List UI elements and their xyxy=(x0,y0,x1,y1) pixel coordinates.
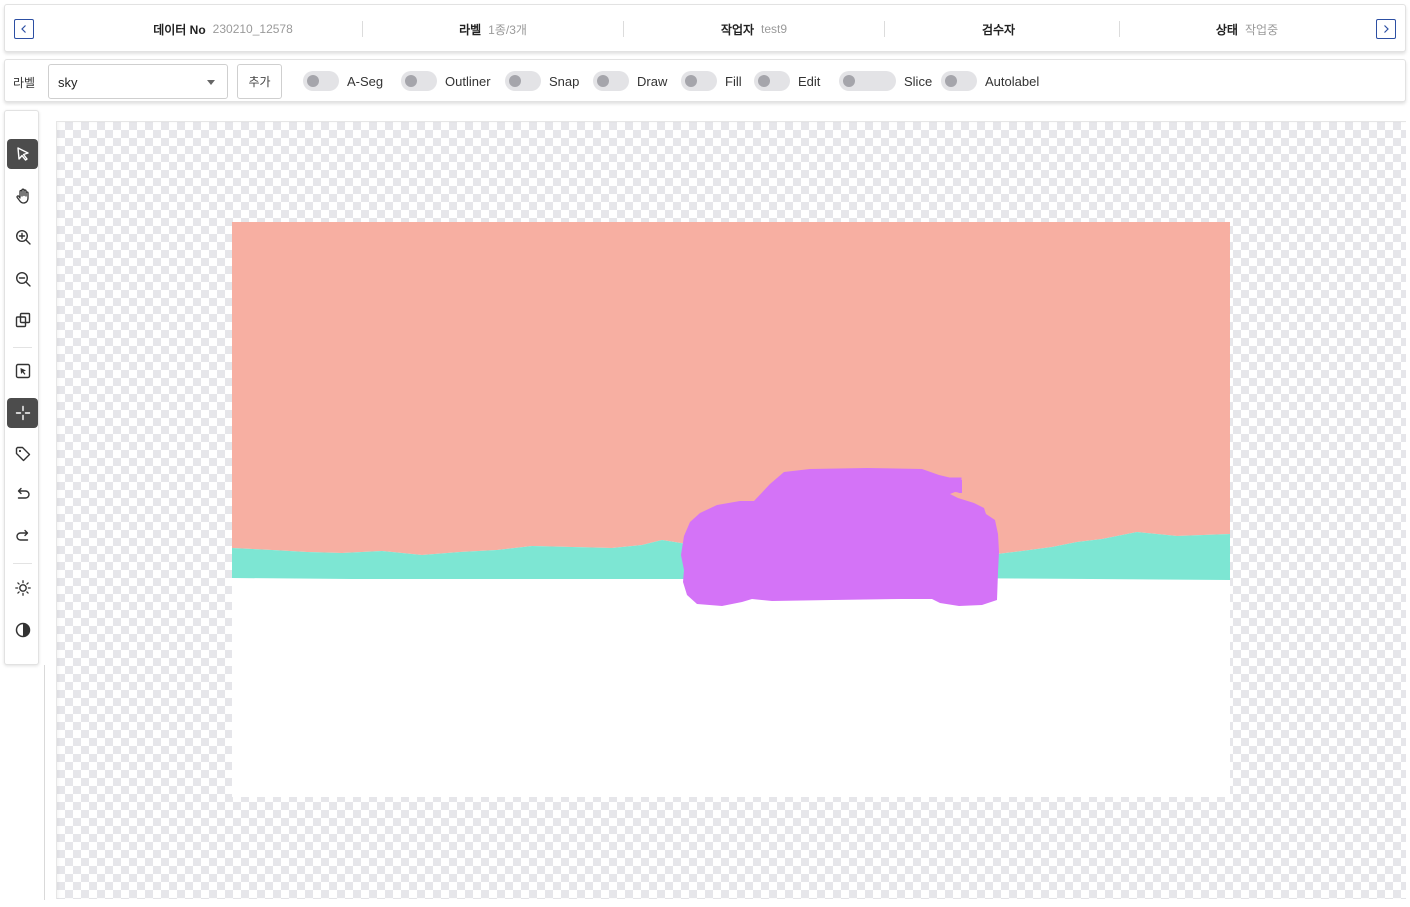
worker-field: 작업자 test9 xyxy=(624,5,884,53)
toggle-a-seg[interactable]: A-Seg xyxy=(303,71,383,91)
toggle-label: Outliner xyxy=(445,73,491,89)
contrast-icon xyxy=(15,622,30,638)
status-value: 작업중 xyxy=(1244,22,1279,37)
select-arrow-icon xyxy=(16,147,29,161)
toggle-snap[interactable]: Snap xyxy=(505,71,579,91)
next-data-button[interactable] xyxy=(1376,19,1396,39)
tag-icon xyxy=(15,446,30,462)
zoom-out-button[interactable] xyxy=(7,264,38,294)
pan-hand-icon xyxy=(15,188,29,204)
label-count-value: 1종/3개 xyxy=(488,22,527,37)
status-field: 상태 작업중 xyxy=(1120,5,1374,53)
toggle-autolabel[interactable]: Autolabel xyxy=(941,71,1039,91)
reviewer-label: 검수자 xyxy=(981,22,1016,37)
redo-button[interactable] xyxy=(7,522,38,552)
toggle-label: Draw xyxy=(637,73,668,89)
rail-divider xyxy=(13,347,32,348)
data-no-field: 데이터 No 230210_12578 xyxy=(85,5,361,53)
worker-value: test9 xyxy=(761,22,788,36)
caret-down-icon xyxy=(207,80,215,85)
chevron-left-icon xyxy=(21,25,26,33)
pan-tool-button[interactable] xyxy=(7,181,38,211)
header-bar: 데이터 No 230210_12578 라벨 1종/3개 작업자 test9 검… xyxy=(4,4,1406,52)
label-select-value: sky xyxy=(58,75,78,90)
zoom-out-icon xyxy=(15,271,31,287)
toggle-label: Snap xyxy=(549,73,580,89)
undo-button[interactable] xyxy=(7,480,38,510)
prev-data-button[interactable] xyxy=(14,19,34,39)
tag-tool-button[interactable] xyxy=(7,439,38,469)
toggle-switch[interactable] xyxy=(839,71,896,91)
status-label: 상태 xyxy=(1215,22,1238,37)
panel-edge xyxy=(44,665,45,900)
label-select[interactable]: sky xyxy=(48,64,228,99)
toggle-switch[interactable] xyxy=(941,71,977,91)
add-label-button[interactable]: 추가 xyxy=(237,64,282,99)
box-select-button[interactable] xyxy=(7,356,38,386)
toggle-switch[interactable] xyxy=(754,71,790,91)
toggle-switch[interactable] xyxy=(303,71,339,91)
rail-divider xyxy=(13,563,32,564)
toggle-label: Slice xyxy=(904,73,933,89)
brightness-icon xyxy=(14,580,31,596)
chevron-right-icon xyxy=(1384,25,1389,33)
toggle-label: Autolabel xyxy=(985,73,1040,89)
redo-icon xyxy=(15,529,28,541)
duplicate-button[interactable] xyxy=(7,305,38,335)
undo-icon xyxy=(17,487,30,499)
worker-label: 작업자 xyxy=(720,22,755,37)
toggle-label: Edit xyxy=(798,73,821,89)
crosshair-icon xyxy=(15,405,30,421)
toggle-switch[interactable] xyxy=(505,71,541,91)
toggle-draw[interactable]: Draw xyxy=(593,71,667,91)
label-caption: 라벨 xyxy=(13,76,36,90)
label-count-field: 라벨 1종/3개 xyxy=(363,5,623,53)
toggle-switch[interactable] xyxy=(401,71,437,91)
toggle-fill[interactable]: Fill xyxy=(681,71,742,91)
contrast-button[interactable] xyxy=(7,615,38,645)
toggle-slice[interactable]: Slice xyxy=(839,71,932,91)
toggle-switch[interactable] xyxy=(681,71,717,91)
toggle-label: Fill xyxy=(725,73,742,89)
toggle-label: A-Seg xyxy=(347,73,384,89)
brightness-button[interactable] xyxy=(7,573,38,603)
reviewer-field: 검수자 xyxy=(885,5,1119,53)
toggle-switch[interactable] xyxy=(593,71,629,91)
crosshair-tool-button[interactable] xyxy=(7,398,38,428)
toggle-outliner[interactable]: Outliner xyxy=(401,71,491,91)
data-no-value: 230210_12578 xyxy=(212,22,293,36)
zoom-in-icon xyxy=(15,229,31,245)
toggle-edit[interactable]: Edit xyxy=(754,71,820,91)
zoom-in-button[interactable] xyxy=(7,222,38,252)
segmentation-image[interactable] xyxy=(232,222,1230,797)
box-select-icon xyxy=(15,363,30,379)
segmentation-mask xyxy=(232,222,1230,797)
copy-layers-icon xyxy=(15,312,30,328)
data-no-label: 데이터 No xyxy=(153,22,206,37)
label-toolbar: 라벨 sky 추가 A-Seg Outliner Snap Draw Fill … xyxy=(4,59,1406,102)
label-count-label: 라벨 xyxy=(459,22,482,37)
tool-rail xyxy=(4,110,39,665)
select-tool-button[interactable] xyxy=(7,139,38,169)
